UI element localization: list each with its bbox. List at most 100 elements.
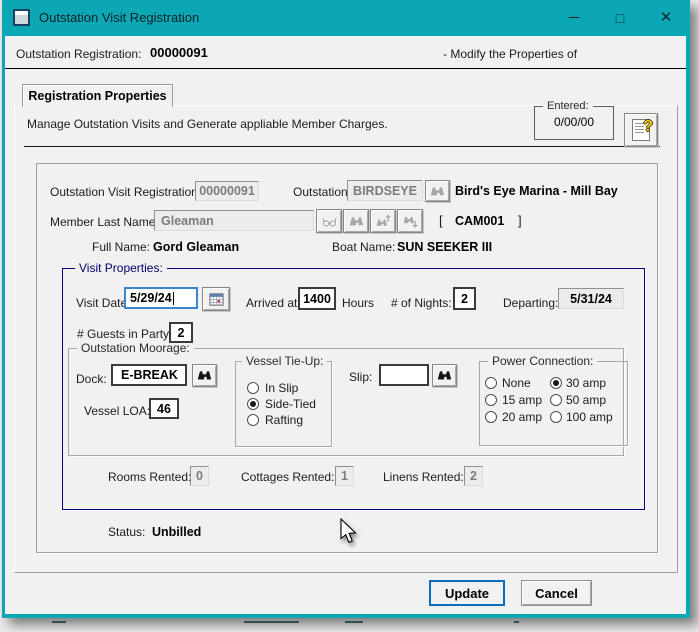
radio-power-100amp-label[interactable]: 100 amp [566,410,613,424]
binoculars-down-icon [403,216,418,228]
help-button[interactable]: ? [624,113,658,147]
background-artifact [345,621,363,623]
radio-power-100amp[interactable] [550,411,562,423]
mouse-cursor [340,518,357,544]
member-search-button [343,209,369,233]
cottages-rented-field: 1 [335,466,354,486]
help-icon: ? [632,118,653,141]
nights-input[interactable]: 2 [453,287,476,310]
separator-line [24,146,660,147]
binoculars-icon [197,371,212,380]
vessel-loa-label: Vessel LOA: [84,404,151,418]
background-artifact [52,621,66,623]
radio-side-tied[interactable] [247,398,259,410]
maximize-button[interactable]: □ [606,6,634,30]
guests-input[interactable]: 2 [169,322,193,343]
dock-input[interactable]: E-BREAK [111,364,187,386]
status-label: Status: [108,525,146,539]
reg-id-label: Outstation Visit Registration ID: [50,185,217,199]
radio-power-50amp-label[interactable]: 50 amp [566,393,606,407]
radio-power-none-label[interactable]: None [502,376,531,390]
member-last-name-field: Gleaman [154,210,314,231]
hours-label: Hours [342,296,375,310]
radio-rafting-label[interactable]: Rafting [265,413,303,427]
visit-date-input[interactable]: 5/29/24 [124,287,198,309]
full-name-value: Gord Gleaman [153,240,240,254]
update-button[interactable]: Update [429,580,505,606]
member-code-bracket-open: [ [439,213,443,228]
radio-power-20amp-label[interactable]: 20 amp [502,410,542,424]
modify-properties-text: - Modify the Properties of [443,47,578,61]
rooms-rented-field: 0 [190,466,209,486]
linens-rented-field: 2 [464,466,483,486]
member-code-value: CAM001 [455,214,505,228]
eyeglasses-icon [322,217,337,227]
entered-value: 0/00/00 [553,115,595,129]
radio-side-tied-label[interactable]: Side-Tied [265,397,316,411]
radio-power-30amp-label[interactable]: 30 amp [566,376,606,390]
background-artifact [244,621,299,623]
entered-label: Entered: [543,99,593,114]
full-name-label: Full Name: [92,240,151,254]
registration-number-value: 00000091 [150,45,208,60]
boat-name-label: Boat Name: [332,240,396,254]
text-caret [172,291,174,305]
dock-label: Dock: [76,372,107,386]
outstation-name-text: Bird's Eye Marina - Mill Bay [455,184,618,198]
window-border-right [686,0,690,618]
radio-in-slip-label[interactable]: In Slip [265,381,298,395]
registration-number-label: Outstation Registration: [16,47,142,61]
window-form-icon [13,9,30,26]
outstation-field: BIRDSEYE [347,180,423,201]
calendar-button[interactable] [202,287,230,311]
status-value: Unbilled [152,525,202,539]
visit-properties-label: Visit Properties: [75,261,167,276]
member-last-name-label: Member Last Name: [50,215,159,229]
window-border-bottom [2,614,690,618]
title-bar[interactable]: Outstation Visit Registration ─ □ ✕ [2,0,690,36]
radio-power-15amp-label[interactable]: 15 amp [502,393,542,407]
radio-power-30amp[interactable] [550,377,562,389]
binoculars-icon [437,371,452,380]
radio-power-50amp[interactable] [550,394,562,406]
reg-id-field: 00000091 [195,181,259,201]
arrived-at-input[interactable]: 1400 [298,287,336,310]
screen: Outstation Visit Registration ─ □ ✕ Outs… [0,0,699,632]
member-search-next-button [397,209,423,233]
radio-power-15amp[interactable] [485,394,497,406]
tab-registration-properties[interactable]: Registration Properties [22,84,173,107]
linens-rented-label: Linens Rented: [383,470,464,484]
outstation-moorage-label: Outstation Moorage: [77,341,194,356]
dock-search-button[interactable] [192,364,217,387]
radio-in-slip[interactable] [247,382,259,394]
departing-label: Departing: [503,296,559,310]
radio-power-20amp[interactable] [485,411,497,423]
binoculars-icon [349,216,363,225]
radio-rafting[interactable] [247,414,259,426]
member-search-previous-button [370,209,396,233]
minimize-button[interactable]: ─ [560,6,588,30]
nights-label: # of Nights: [391,296,452,310]
close-button[interactable]: ✕ [652,6,680,30]
intro-text: Manage Outstation Visits and Generate ap… [27,117,388,131]
cottages-rented-label: Cottages Rented: [241,470,335,484]
slip-input[interactable] [379,364,429,386]
calendar-icon [208,292,224,306]
power-connection-label: Power Connection: [488,354,598,369]
departing-field: 5/31/24 [558,288,624,309]
window-border-left [2,0,5,618]
vessel-loa-input[interactable]: 46 [149,398,179,419]
dialog-outstation-visit-registration: Outstation Visit Registration ─ □ ✕ Outs… [2,0,690,618]
member-code-bracket-close: ] [518,213,522,228]
background-artifact [514,621,519,623]
vessel-tieup-label: Vessel Tie-Up: [242,354,328,369]
guests-label: # Guests in Party: [77,327,173,341]
binoculars-up-icon [376,214,391,226]
slip-search-button[interactable] [432,364,457,387]
outstation-label: Outstation: [293,185,352,199]
visit-date-label: Visit Date: [76,296,131,310]
radio-power-none[interactable] [485,377,497,389]
slip-label: Slip: [349,370,373,384]
boat-name-value: SUN SEEKER III [397,240,493,254]
cancel-button[interactable]: Cancel [521,580,592,606]
